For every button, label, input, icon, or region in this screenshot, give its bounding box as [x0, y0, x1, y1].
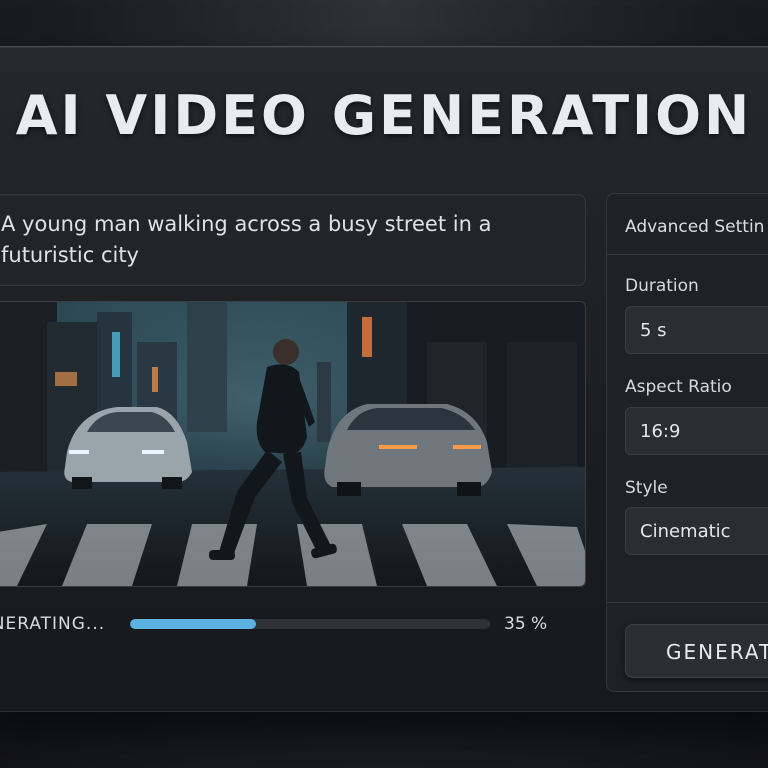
generate-button[interactable]: GENERAT [625, 624, 768, 678]
generate-button-label: GENERAT [666, 640, 768, 664]
settings-divider [607, 602, 768, 603]
aspect-ratio-label: Aspect Ratio [625, 377, 732, 397]
duration-value: 5 s [640, 320, 667, 341]
progress-label: ENERATING... [0, 614, 106, 634]
style-select[interactable]: Cinematic [625, 507, 768, 555]
page-title: AI VIDEO GENERATION [15, 84, 753, 147]
progress-percent: 35 % [504, 614, 548, 634]
aspect-ratio-select[interactable]: 16:9 [625, 407, 768, 455]
prompt-text[interactable]: A young man walking across a busy street… [1, 209, 541, 271]
aspect-ratio-value: 16:9 [640, 421, 681, 442]
video-frame-image [0, 302, 585, 586]
progress-bar [130, 619, 490, 629]
duration-label: Duration [625, 276, 699, 296]
settings-header[interactable]: Advanced Settin [607, 194, 768, 255]
settings-header-label: Advanced Settin [625, 217, 765, 237]
style-label: Style [625, 478, 668, 498]
prompt-input[interactable]: A young man walking across a busy street… [0, 194, 586, 286]
progress-fill [130, 619, 256, 629]
style-value: Cinematic [640, 521, 731, 542]
advanced-settings-panel: Advanced Settin Duration 5 s Aspect Rati… [606, 193, 768, 692]
video-preview[interactable] [0, 301, 586, 587]
duration-select[interactable]: 5 s [625, 306, 768, 354]
